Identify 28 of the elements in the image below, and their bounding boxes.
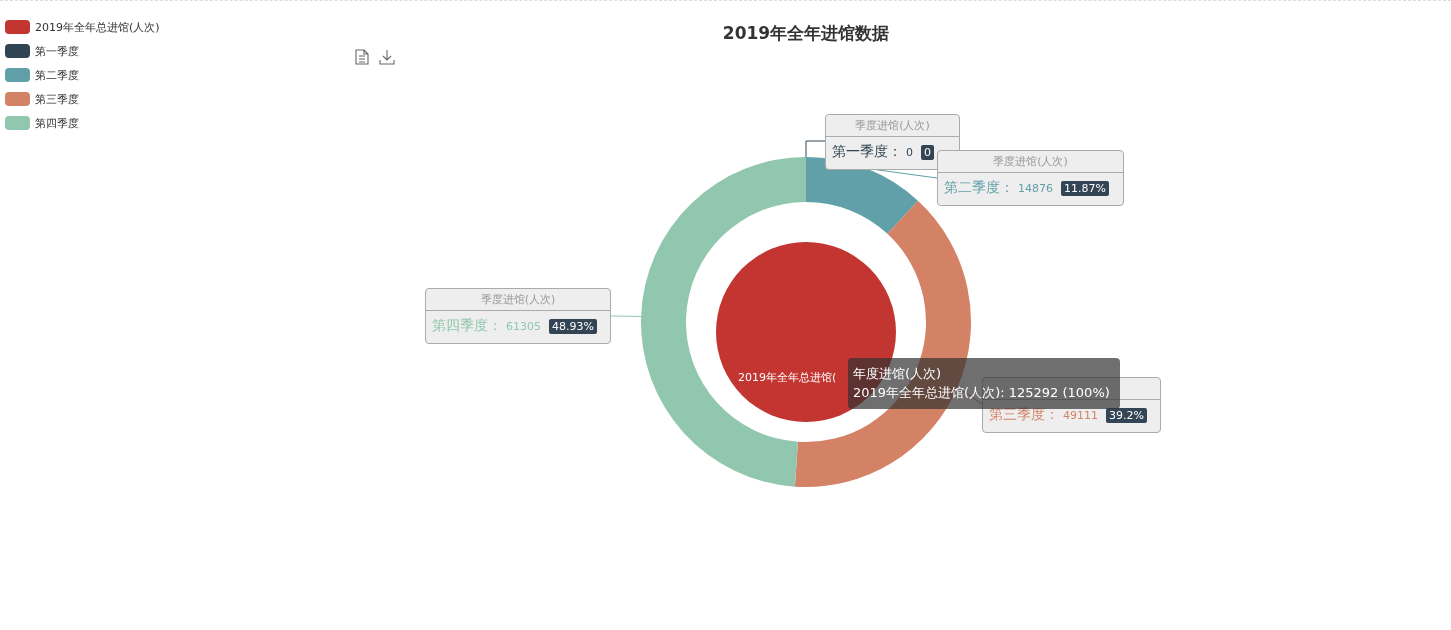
quarter-value: 61305 — [506, 319, 541, 333]
percent-badge: 48.93% — [549, 318, 597, 334]
legend-item[interactable]: 第二季度 — [5, 66, 79, 84]
percent-badge: 11.87% — [1061, 180, 1109, 196]
chart-title: 2019年全年进馆数据 — [721, 22, 891, 45]
quarter-value: 14876 — [1018, 181, 1053, 195]
legend-item[interactable]: 2019年全年总进馆(人次) — [5, 18, 160, 36]
legend-item[interactable]: 第一季度 — [5, 42, 79, 60]
quarter-value: 49111 — [1063, 408, 1098, 422]
callout-header: 季度进馆(人次) — [938, 151, 1123, 173]
quarter-label: 第四季度： — [432, 317, 502, 335]
callout-header: 季度进馆(人次) — [826, 115, 959, 137]
percent-badge: 0 — [921, 144, 934, 160]
tooltip-title: 年度进馆(人次) — [853, 365, 943, 383]
quarter-label: 第一季度： — [832, 143, 902, 161]
quarter-label: 第三季度： — [989, 406, 1059, 424]
pie-label: 2019年全年总进馆( — [738, 370, 837, 385]
percent-badge: 39.2% — [1106, 407, 1147, 423]
leader-line — [805, 140, 826, 158]
leader-line — [610, 315, 642, 317]
download-icon[interactable] — [379, 49, 395, 65]
quarter-label: 第二季度： — [944, 179, 1014, 197]
callout-header: 季度进馆(人次) — [426, 289, 610, 311]
document-icon[interactable] — [355, 49, 369, 65]
legend-item[interactable]: 第四季度 — [5, 114, 79, 132]
legend-item[interactable]: 第三季度 — [5, 90, 79, 108]
tooltip-text: 2019年全年总进馆(人次): 125292 (100%) — [853, 384, 1111, 402]
quarter-value: 0 — [906, 145, 913, 159]
